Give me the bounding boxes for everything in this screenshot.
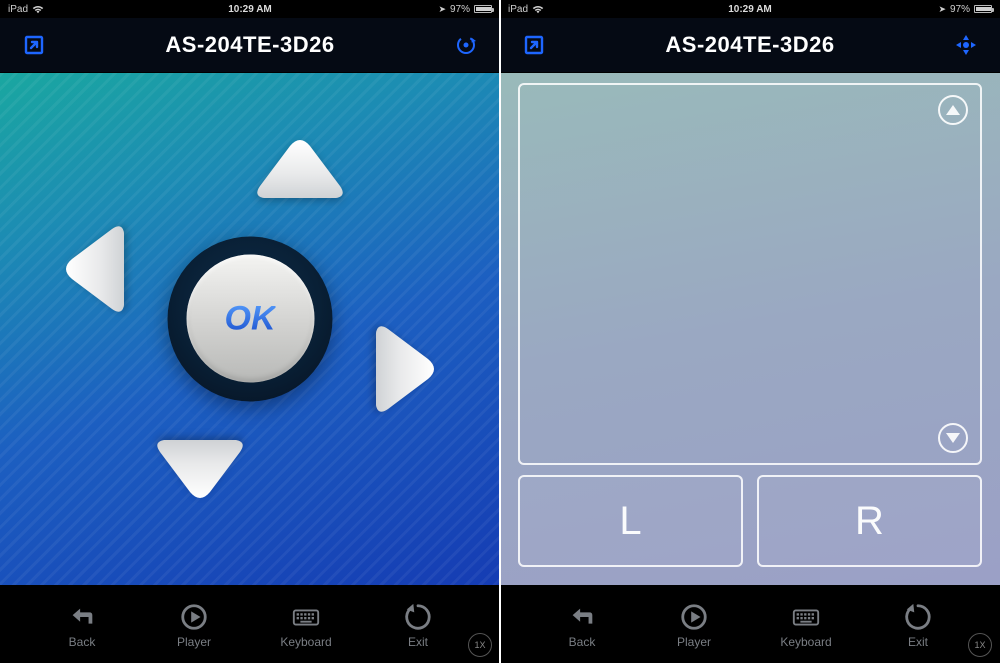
toolbar: Back Player Keyboard Exit bbox=[500, 585, 1000, 663]
keyboard-label: Keyboard bbox=[280, 635, 331, 649]
battery-icon bbox=[474, 5, 492, 13]
touchpad[interactable] bbox=[518, 83, 982, 465]
exit-label: Exit bbox=[908, 635, 928, 649]
dpad-area: OK bbox=[0, 73, 500, 585]
dpad-center-ring: OK bbox=[168, 236, 333, 401]
keyboard-icon bbox=[791, 602, 821, 632]
toolbar: Back Player Keyboard Exit bbox=[0, 585, 500, 663]
play-circle-icon bbox=[679, 602, 709, 632]
pane-divider bbox=[499, 0, 501, 663]
page-title: AS-204TE-3D26 bbox=[548, 32, 952, 58]
exit-button[interactable]: Exit bbox=[378, 602, 458, 649]
scroll-up-button[interactable] bbox=[938, 95, 968, 125]
exit-icon bbox=[903, 602, 933, 632]
left-pane: iPad 10:29 AM ➤ 97% AS-204TE-3D26 bbox=[0, 0, 500, 663]
mode-move-icon[interactable] bbox=[952, 31, 980, 59]
keyboard-icon bbox=[291, 602, 321, 632]
keyboard-label: Keyboard bbox=[780, 635, 831, 649]
keyboard-button[interactable]: Keyboard bbox=[266, 602, 346, 649]
chevron-up-icon bbox=[946, 105, 960, 115]
app-header: AS-204TE-3D26 bbox=[500, 18, 1000, 73]
back-label: Back bbox=[569, 635, 596, 649]
ok-button[interactable]: OK bbox=[186, 255, 314, 383]
exit-icon bbox=[403, 602, 433, 632]
page-title: AS-204TE-3D26 bbox=[48, 32, 452, 58]
exit-label: Exit bbox=[408, 635, 428, 649]
touchpad-area: L R bbox=[500, 73, 1000, 585]
app-header: AS-204TE-3D26 bbox=[0, 18, 500, 73]
player-button[interactable]: Player bbox=[654, 602, 734, 649]
ok-label: OK bbox=[225, 299, 276, 338]
mouse-buttons: L R bbox=[518, 475, 982, 567]
back-button[interactable]: Back bbox=[542, 602, 622, 649]
chevron-down-icon bbox=[946, 433, 960, 443]
zoom-badge[interactable]: 1X bbox=[968, 633, 992, 657]
play-circle-icon bbox=[179, 602, 209, 632]
dpad: OK bbox=[60, 129, 440, 509]
player-button[interactable]: Player bbox=[154, 602, 234, 649]
back-icon bbox=[67, 602, 97, 632]
mode-rotary-icon[interactable] bbox=[452, 31, 480, 59]
scroll-down-button[interactable] bbox=[938, 423, 968, 453]
mouse-left-button[interactable]: L bbox=[518, 475, 743, 567]
clock: 10:29 AM bbox=[500, 4, 1000, 15]
back-label: Back bbox=[69, 635, 96, 649]
back-icon bbox=[567, 602, 597, 632]
clock: 10:29 AM bbox=[0, 4, 500, 15]
expand-icon[interactable] bbox=[520, 31, 548, 59]
expand-icon[interactable] bbox=[20, 31, 48, 59]
player-label: Player bbox=[177, 635, 211, 649]
battery-icon bbox=[974, 5, 992, 13]
status-bar: iPad 10:29 AM ➤ 97% bbox=[0, 0, 500, 18]
mouse-left-label: L bbox=[619, 499, 641, 544]
mouse-right-label: R bbox=[855, 499, 884, 544]
right-pane: iPad 10:29 AM ➤ 97% AS-204TE-3D26 bbox=[500, 0, 1000, 663]
keyboard-button[interactable]: Keyboard bbox=[766, 602, 846, 649]
exit-button[interactable]: Exit bbox=[878, 602, 958, 649]
status-bar: iPad 10:29 AM ➤ 97% bbox=[500, 0, 1000, 18]
back-button[interactable]: Back bbox=[42, 602, 122, 649]
player-label: Player bbox=[677, 635, 711, 649]
zoom-badge[interactable]: 1X bbox=[468, 633, 492, 657]
mouse-right-button[interactable]: R bbox=[757, 475, 982, 567]
